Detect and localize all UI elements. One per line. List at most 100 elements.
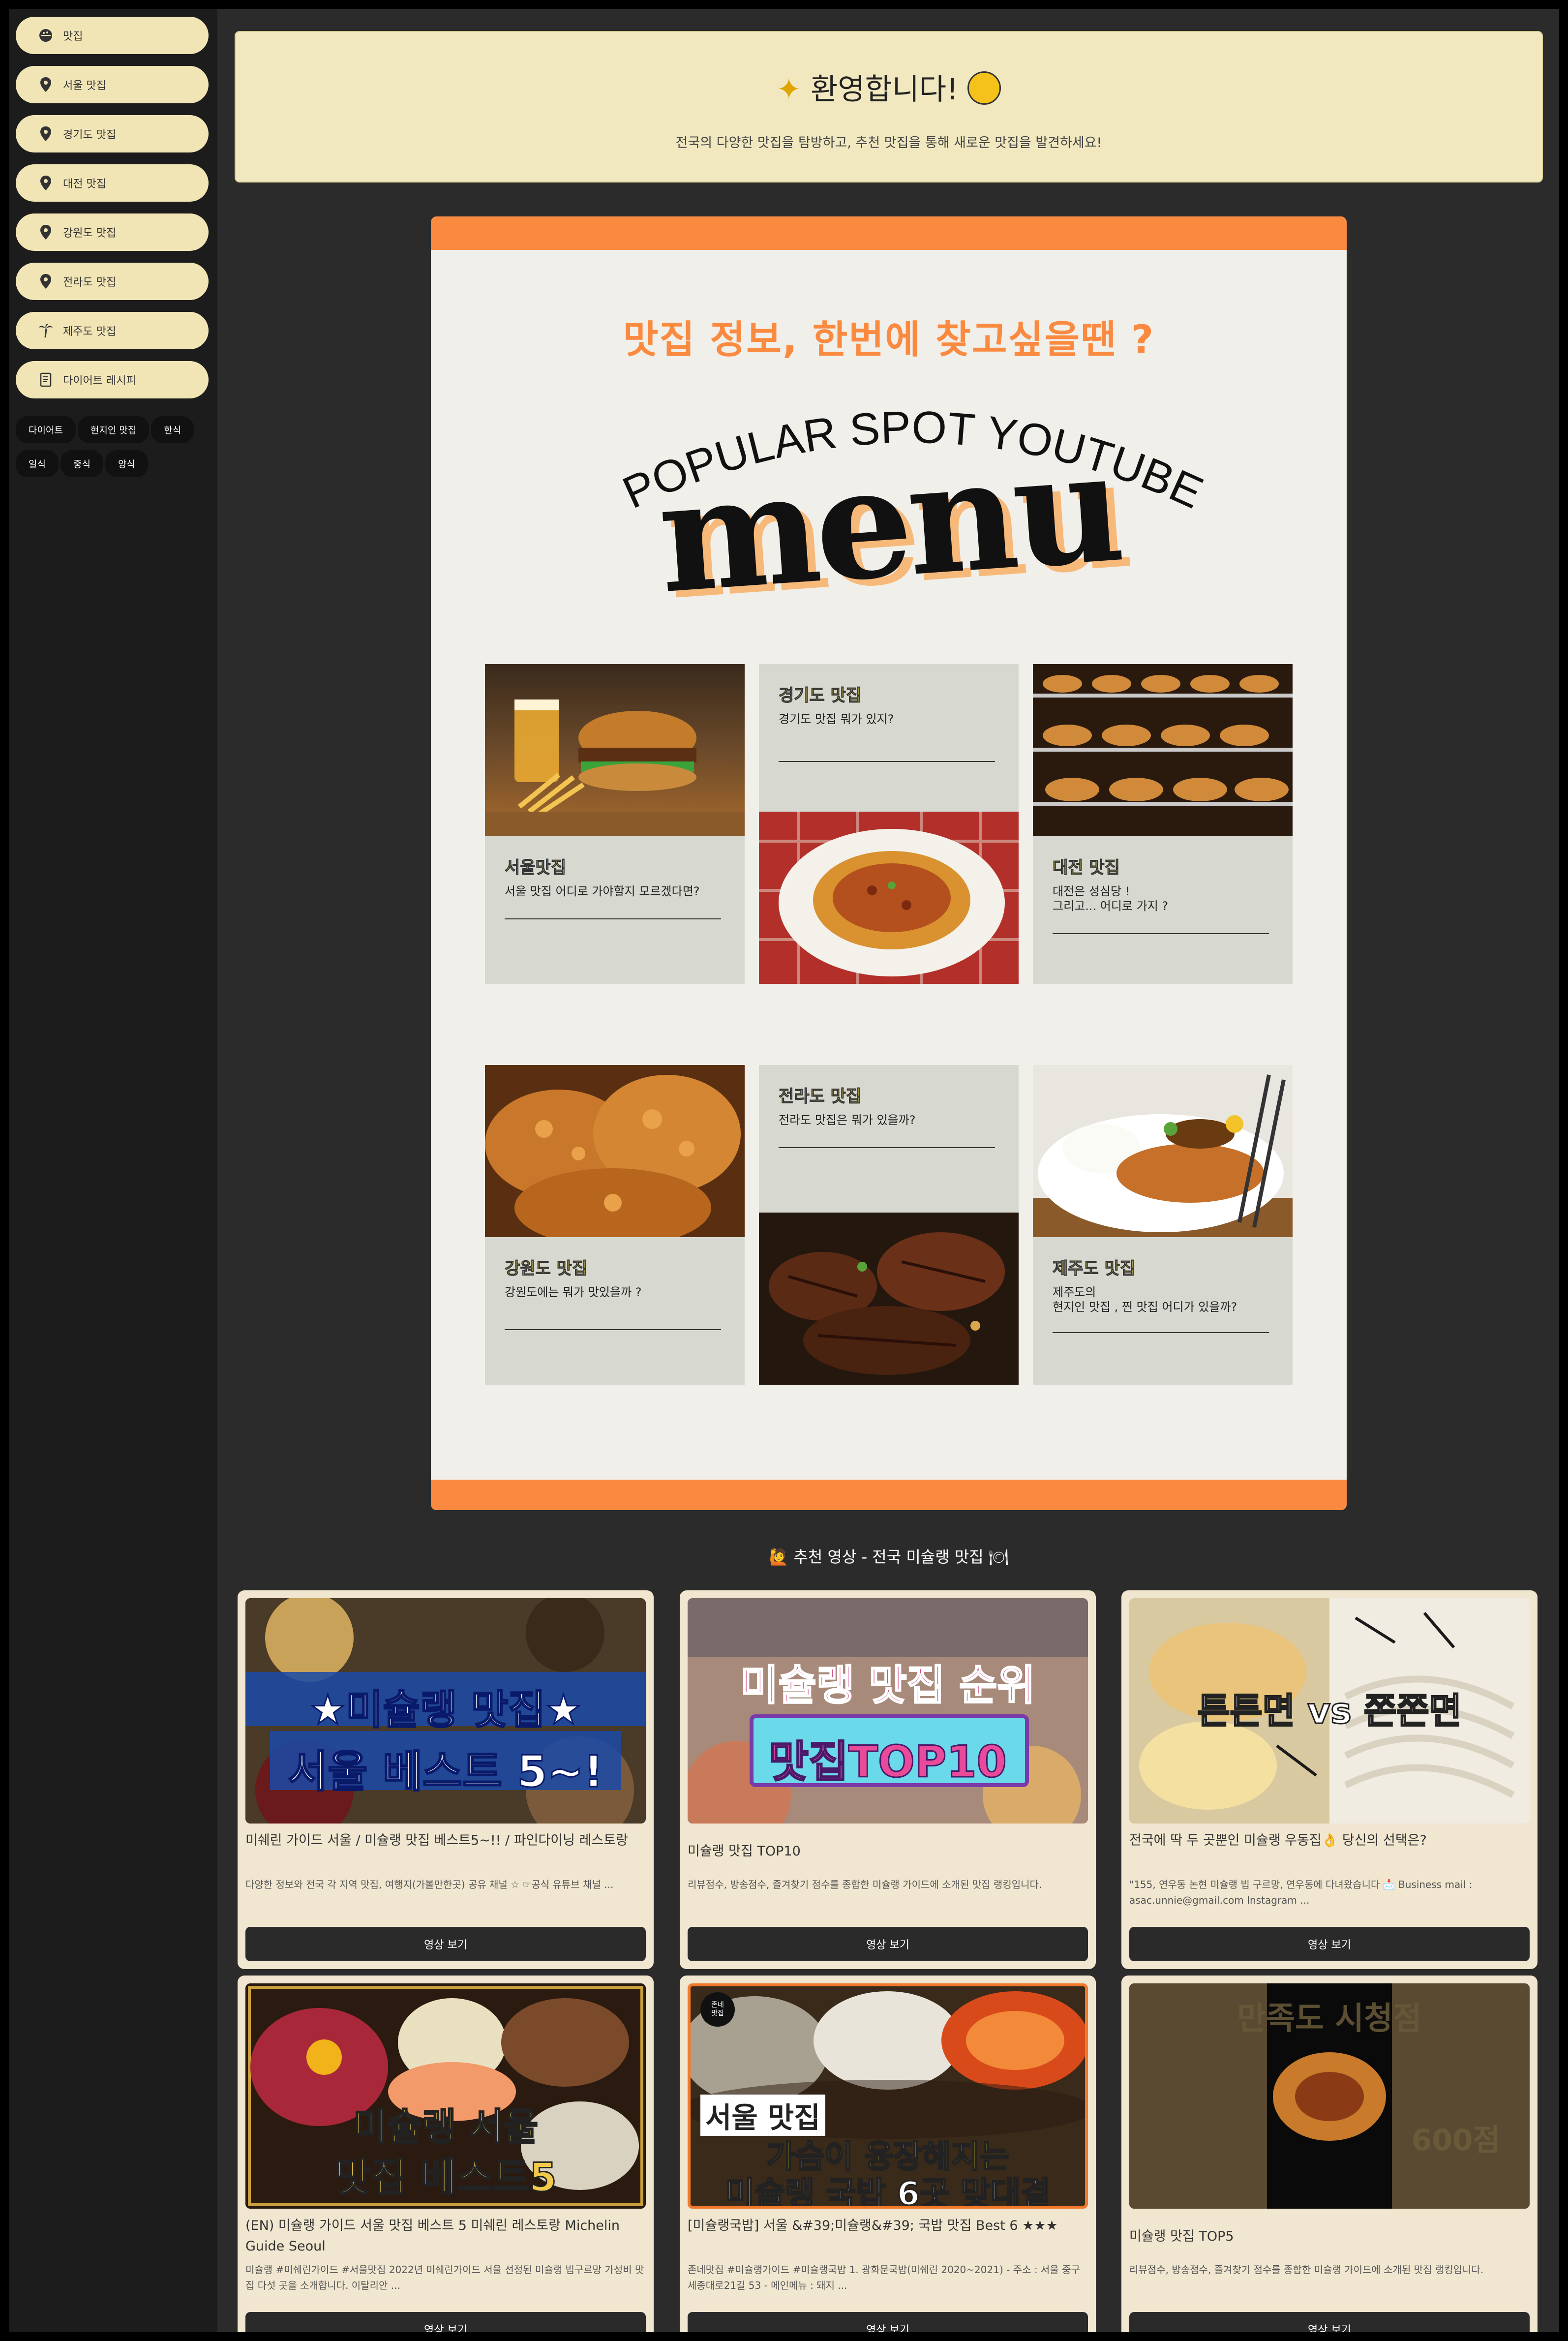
tile-desc: 서울 맛집 어디로 가야할지 모르겠다면? xyxy=(505,884,700,898)
watch-video-button[interactable]: 영상 보기 xyxy=(688,1927,1088,1961)
tile-title: 서울맛집 xyxy=(505,858,567,878)
watch-video-button[interactable]: 영상 보기 xyxy=(1129,1927,1530,1961)
tile-title: 대전 맛집 xyxy=(1053,858,1120,878)
tile-panel: 강원도 맛집 강원도에는 뭐가 맛있을까 ? xyxy=(485,1237,745,1385)
sidebar-item-daejeon[interactable]: 대전 맛집 xyxy=(16,164,209,202)
video-title[interactable]: 전국에 딱 두 곳뿐인 미슐랭 우동집👌 당신의 선택은? xyxy=(1129,1830,1530,1874)
video-card[interactable]: 만족도 시청점 600점 미슐랭 맛집 TOP5 리뷰점수, 방송점수, 즐겨찾… xyxy=(1121,1976,1538,2332)
sidebar-item-diet-recipe[interactable]: 다이어트 레시피 xyxy=(16,361,209,398)
divider xyxy=(505,1329,721,1330)
sidebar-item-jeolla[interactable]: 전라도 맛집 xyxy=(16,263,209,300)
tag-list: 다이어트 현지인 맛집 한식 일식 중식 양식 xyxy=(9,410,206,484)
burger-photo xyxy=(485,664,745,836)
section-title: 🙋 추천 영상 - 전국 미슐랭 맛집 🍽 xyxy=(769,1548,1009,1566)
video-thumbnail[interactable]: 미슐랭 서울 맛집 베스트5 xyxy=(245,1983,646,2209)
tile-panel: 제주도 맛집 제주도의 현지인 맛집 , 찐 맛집 어디가 있을까? xyxy=(1033,1237,1293,1385)
location-pin-icon xyxy=(37,224,54,241)
watch-video-button[interactable]: 영상 보기 xyxy=(245,2312,646,2332)
tile-gyeonggi[interactable]: 경기도 맛집 경기도 맛집 뭐가 있지? xyxy=(759,664,1019,984)
divider xyxy=(779,761,995,762)
bowl-icon xyxy=(37,27,54,44)
video-title[interactable]: 미쉐린 가이드 서울 / 미슐랭 맛집 베스트5~!! / 파인다이닝 레스토랑 xyxy=(245,1830,646,1874)
tile-title: 강원도 맛집 xyxy=(505,1259,588,1279)
video-description: 다양한 정보와 전국 각 지역 맛집, 여행지(가볼만한곳) 공유 채널 ☆ ☞… xyxy=(245,1879,614,1890)
thumbnail-text: 서울 베스트 5~! xyxy=(287,1746,604,1798)
video-title[interactable]: 미슐랭 맛집 TOP10 xyxy=(688,1830,1088,1874)
sidebar: 맛집 서울 맛집 경기도 맛집 대전 맛집 강원도 맛집 전라도 맛집 제주도 … xyxy=(9,9,217,2332)
sidebar-item-label: 대전 맛집 xyxy=(63,178,106,190)
tag-chinese[interactable]: 중식 xyxy=(60,450,103,477)
video-card[interactable]: 미슐랭 맛집 순위 맛집TOP10 미슐랭 맛집 TOP10 리뷰점수, 방송점… xyxy=(680,1590,1096,1969)
bakery-photo xyxy=(1033,664,1293,836)
video-description: "155, 연우동 논현 미슐랭 빕 구르망, 연우동에 다녀왔습니다 📩 Bu… xyxy=(1129,1879,1473,1906)
watch-video-button[interactable]: 영상 보기 xyxy=(688,2312,1088,2332)
tile-daejeon[interactable]: 대전 맛집 대전은 성심당 ! 그리고... 어디로 가지 ? xyxy=(1033,664,1293,984)
grilled-meat-photo xyxy=(759,1213,1019,1385)
sidebar-item-label: 강원도 맛집 xyxy=(63,227,117,240)
video-thumbnail[interactable]: 튼튼면 vs 쫀쫀면 xyxy=(1129,1598,1530,1824)
thumbnail-text: 맛집TOP10 xyxy=(768,1736,1008,1788)
video-title[interactable]: (EN) 미슐랭 가이드 서울 맛집 베스트 5 미쉐린 레스토랑 Michel… xyxy=(245,2216,646,2259)
tile-desc: 대전은 성심당 ! 그리고... 어디로 가지 ? xyxy=(1053,884,1169,913)
tag-local[interactable]: 현지인 맛집 xyxy=(77,416,150,443)
palm-tree-icon xyxy=(37,322,54,339)
poster-headline: 맛집 정보, 한번에 찾고싶을땐 ? xyxy=(623,318,1155,362)
tag-korean[interactable]: 한식 xyxy=(151,416,194,443)
tile-desc: 강원도에는 뭐가 맛있을까 ? xyxy=(505,1285,642,1299)
video-card[interactable]: 존네 맛집 서울 맛집 가슴이 웅장해지는 미슐랭 국밥 6곳 맞대결 [미슐랭… xyxy=(680,1976,1096,2332)
divider xyxy=(779,1147,995,1148)
sidebar-item-gyeonggi[interactable]: 경기도 맛집 xyxy=(16,115,209,152)
tile-gangwon[interactable]: 강원도 맛집 강원도에는 뭐가 맛있을까 ? xyxy=(485,1065,745,1385)
location-pin-icon xyxy=(37,175,54,191)
smile-icon xyxy=(967,71,1001,105)
video-thumbnail[interactable]: 존네 맛집 서울 맛집 가슴이 웅장해지는 미슐랭 국밥 6곳 맞대결 xyxy=(688,1983,1088,2209)
watch-video-button[interactable]: 영상 보기 xyxy=(245,1927,646,1961)
tile-panel: 전라도 맛집 전라도 맛집은 뭐가 있을까? xyxy=(759,1065,1019,1213)
video-thumbnail[interactable]: ★미슐랭 맛집★ 서울 베스트 5~! xyxy=(245,1598,646,1824)
sidebar-item-label: 제주도 맛집 xyxy=(63,326,117,338)
sidebar-item-label: 서울 맛집 xyxy=(63,80,106,92)
sidebar-item-label: 맛집 xyxy=(63,30,83,43)
thumbnail-text: 맛집 베스트5 xyxy=(334,2154,558,2201)
video-card[interactable]: 미슐랭 서울 맛집 베스트5 (EN) 미슐랭 가이드 서울 맛집 베스트 5 … xyxy=(238,1976,654,2332)
sparkles-icon: ✦ xyxy=(776,72,802,107)
video-thumbnail[interactable]: 만족도 시청점 600점 xyxy=(1129,1983,1530,2209)
location-pin-icon xyxy=(37,76,54,93)
video-title[interactable]: 미슐랭 맛집 TOP5 xyxy=(1129,2216,1530,2259)
poster-bottom-bar xyxy=(431,1480,1347,1510)
thumbnail-text: 튼튼면 vs 쫀쫀면 xyxy=(1197,1690,1462,1733)
dish-icon: 🍽 xyxy=(988,1548,1009,1566)
video-card[interactable]: ★미슐랭 맛집★ 서울 베스트 5~! 미쉐린 가이드 서울 / 미슐랭 맛집 … xyxy=(238,1590,654,1969)
video-title[interactable]: [미슐랭국밥] 서울 &#39;미슐랭&#39; 국밥 맛집 Best 6 ★★… xyxy=(688,2216,1088,2259)
thumbnail-text: 미슐랭 맛집 순위 xyxy=(740,1661,1036,1710)
tile-jeju[interactable]: 제주도 맛집 제주도의 현지인 맛집 , 찐 맛집 어디가 있을까? xyxy=(1033,1065,1293,1385)
tile-panel: 서울맛집 서울 맛집 어디로 가야할지 모르겠다면? xyxy=(485,836,745,984)
sidebar-item-gangwon[interactable]: 강원도 맛집 xyxy=(16,213,209,251)
video-thumbnail[interactable]: 미슐랭 맛집 순위 맛집TOP10 xyxy=(688,1598,1088,1824)
tile-desc: 제주도의 현지인 맛집 , 찐 맛집 어디가 있을까? xyxy=(1053,1285,1237,1314)
tile-desc: 전라도 맛집은 뭐가 있을까? xyxy=(779,1113,916,1127)
poster-top-bar xyxy=(431,216,1347,250)
tile-desc: 경기도 맛집 뭐가 있지? xyxy=(779,712,894,726)
tag-western[interactable]: 양식 xyxy=(105,450,148,477)
tile-jeolla[interactable]: 전라도 맛집 전라도 맛집은 뭐가 있을까? xyxy=(759,1065,1019,1385)
sidebar-item-seoul[interactable]: 서울 맛집 xyxy=(16,66,209,103)
tile-panel: 경기도 맛집 경기도 맛집 뭐가 있지? xyxy=(759,664,1019,812)
location-pin-icon xyxy=(37,273,54,290)
location-pin-icon xyxy=(37,125,54,142)
video-description: 리뷰점수, 방송점수, 즐겨찾기 점수를 종합한 미슐랭 가이드에 소개된 맛집… xyxy=(1129,2264,1484,2276)
channel-badge: 존네 맛집 xyxy=(700,1992,735,2027)
watch-video-button[interactable]: 영상 보기 xyxy=(1129,2312,1530,2332)
welcome-subtitle: 전국의 다양한 맛집을 탐방하고, 추천 맛집을 통해 새로운 맛집을 발견하세… xyxy=(675,135,1102,151)
fried-chicken-photo xyxy=(485,1065,745,1247)
thumbnail-text: 만족도 시청점 xyxy=(1237,2001,1422,2037)
tile-seoul[interactable]: 서울맛집 서울 맛집 어디로 가야할지 모르겠다면? xyxy=(485,664,745,984)
tile-panel: 대전 맛집 대전은 성심당 ! 그리고... 어디로 가지 ? xyxy=(1033,836,1293,984)
tag-japanese[interactable]: 일식 xyxy=(16,450,59,477)
menu-poster: 맛집 정보, 한번에 찾고싶을땐 ? POPULAR SPOT YOUTUBE … xyxy=(431,216,1347,1510)
video-card[interactable]: 튼튼면 vs 쫀쫀면 전국에 딱 두 곳뿐인 미슐랭 우동집👌 당신의 선택은?… xyxy=(1121,1590,1538,1969)
sidebar-item-jeju[interactable]: 제주도 맛집 xyxy=(16,312,209,349)
video-description: 존네맛집 #미슐랭가이드 #미슐랭국밥 1. 광화문국밥(미쉐린 2020~20… xyxy=(688,2264,1080,2291)
sidebar-item-matjip[interactable]: 맛집 xyxy=(16,17,209,54)
tag-diet[interactable]: 다이어트 xyxy=(16,416,76,443)
